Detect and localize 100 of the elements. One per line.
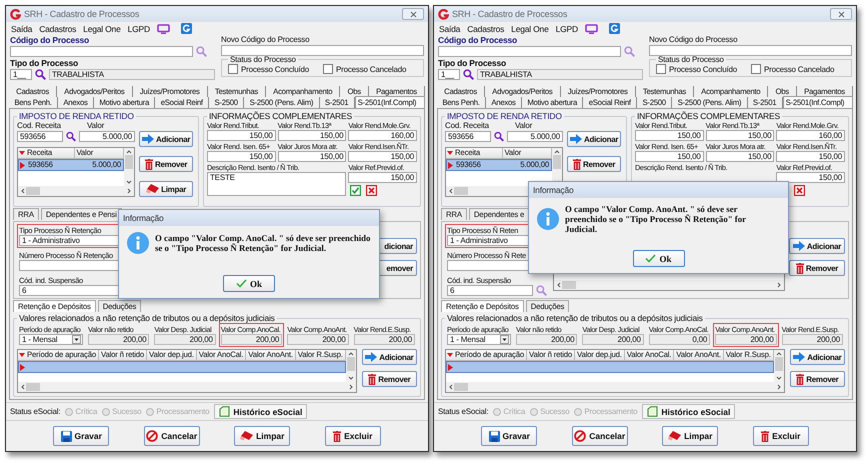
chevron-down-icon[interactable] <box>126 179 132 185</box>
scrollbar[interactable] <box>554 280 784 290</box>
input-field[interactable]: 1 - Administrativo <box>19 235 119 246</box>
input-field[interactable]: 150,00 <box>278 151 346 162</box>
dropdown[interactable]: 1 - Mensal <box>19 334 83 345</box>
input-field[interactable]: 150,00 <box>207 151 276 162</box>
chevron-right-icon[interactable] <box>348 384 354 390</box>
scrollbar-thumb[interactable] <box>562 281 576 289</box>
delete-button[interactable]: Excluir <box>752 426 809 446</box>
input-field[interactable]: 6 <box>447 285 533 296</box>
cancel-button[interactable]: Cancelar <box>572 426 628 446</box>
ok-button[interactable]: Ok <box>632 250 684 267</box>
input-field[interactable] <box>10 46 193 57</box>
input-field[interactable]: 6 <box>19 285 119 296</box>
checkbox[interactable] <box>323 64 333 74</box>
scrollbar[interactable] <box>446 382 784 392</box>
input-field[interactable]: 593656 <box>445 131 491 142</box>
remove-button[interactable]: Remover <box>139 156 194 172</box>
monitor-icon[interactable] <box>156 24 170 34</box>
chevron-left-icon[interactable] <box>556 282 562 288</box>
save-button[interactable]: Gravar <box>53 426 110 446</box>
scrollbar-thumb[interactable] <box>774 357 783 371</box>
menu-item[interactable]: Legal One <box>511 24 549 34</box>
input-field[interactable]: 593656 <box>17 131 63 142</box>
menu-item[interactable]: LGPD <box>556 24 578 34</box>
chevron-up-icon[interactable] <box>554 149 560 155</box>
cancel-button[interactable]: Cancelar <box>144 426 200 446</box>
cross-icon[interactable] <box>794 185 806 196</box>
delete-button[interactable]: Excluir <box>324 426 381 446</box>
checkmark-icon[interactable] <box>350 185 362 196</box>
clear-button[interactable]: Limpar <box>234 426 290 446</box>
input-field[interactable]: 1__ <box>438 69 460 80</box>
scrollbar-thumb[interactable] <box>346 357 355 371</box>
scrollbar-thumb[interactable] <box>454 187 468 195</box>
input-field[interactable]: 150,00 <box>348 172 417 183</box>
monitor-icon[interactable] <box>584 24 598 34</box>
chevron-right-icon[interactable] <box>776 384 782 390</box>
input-field[interactable]: 150,00 <box>207 130 276 141</box>
scrollbar-thumb[interactable] <box>553 155 561 169</box>
history-button[interactable]: Histórico eSocial <box>642 404 736 419</box>
dropdown[interactable]: 1 - Mensal <box>447 334 511 345</box>
search-icon[interactable] <box>66 131 76 142</box>
input-field[interactable]: 150,00 <box>706 130 774 141</box>
menu-item[interactable]: Cadastros <box>467 24 504 34</box>
menu-item[interactable]: LGPD <box>128 24 150 34</box>
input-field[interactable]: 5.000,00 <box>506 131 563 142</box>
remove-button[interactable]: Remover <box>790 371 845 387</box>
input-field[interactable]: 150,00 <box>635 151 704 162</box>
add-button[interactable]: Adicionar <box>789 238 845 254</box>
input-field[interactable]: 150,00 <box>706 151 774 162</box>
add-button[interactable]: Adicionar <box>567 131 622 147</box>
close-button[interactable] <box>830 8 852 20</box>
scrollbar[interactable] <box>18 186 134 196</box>
chevron-left-icon[interactable] <box>448 384 454 390</box>
checkbox[interactable] <box>751 64 761 74</box>
cross-icon[interactable] <box>366 185 378 196</box>
input-field[interactable]: 160,00 <box>348 130 417 141</box>
input-field[interactable]: 150,00 <box>348 151 417 162</box>
menu-item[interactable]: Legal One <box>83 24 121 34</box>
history-button[interactable]: Histórico eSocial <box>214 404 308 419</box>
input-field[interactable]: 160,00 <box>776 130 845 141</box>
input-field[interactable] <box>221 45 424 56</box>
app-icon[interactable] <box>180 23 192 34</box>
input-field[interactable] <box>649 45 852 56</box>
chevron-up-icon[interactable] <box>776 351 782 357</box>
scrollbar[interactable] <box>346 350 356 382</box>
input-field[interactable] <box>438 46 621 57</box>
search-icon[interactable] <box>494 131 504 142</box>
menu-item[interactable]: Saída <box>439 24 460 34</box>
add-button[interactable]: Adicionar <box>790 349 845 365</box>
search-icon[interactable] <box>463 69 474 80</box>
chevron-left-icon[interactable] <box>448 188 454 194</box>
menu-item[interactable]: Cadastros <box>39 24 76 34</box>
chevron-down-icon[interactable] <box>348 375 354 381</box>
checkbox[interactable] <box>656 64 666 74</box>
menu-item[interactable]: Saída <box>11 24 32 34</box>
add-button[interactable]: Adicionar <box>362 349 417 365</box>
input-field[interactable]: 150,00 <box>776 172 845 183</box>
input-field[interactable] <box>19 260 119 271</box>
input-field[interactable]: 5.000,00 <box>78 131 135 142</box>
scrollbar-thumb[interactable] <box>454 383 468 391</box>
close-button[interactable] <box>402 8 424 20</box>
checkbox[interactable] <box>228 64 238 74</box>
clear-button[interactable]: Limpar <box>662 426 718 446</box>
chevron-right-icon[interactable] <box>126 188 132 194</box>
chevron-up-icon[interactable] <box>348 351 354 357</box>
chevron-right-icon[interactable] <box>776 282 782 288</box>
remove-button[interactable]: Remover <box>789 260 845 276</box>
chevron-left-icon[interactable] <box>20 384 26 390</box>
scrollbar[interactable] <box>18 382 356 392</box>
clear-button[interactable]: Limpar <box>139 181 194 197</box>
chevron-up-icon[interactable] <box>126 149 132 155</box>
scrollbar-thumb[interactable] <box>26 383 40 391</box>
app-icon[interactable] <box>608 23 620 34</box>
text-area[interactable]: TESTE <box>207 172 346 196</box>
chevron-left-icon[interactable] <box>20 188 26 194</box>
search-icon[interactable] <box>35 69 46 80</box>
input-field[interactable]: 150,00 <box>278 130 346 141</box>
input-field[interactable]: 150,00 <box>776 151 845 162</box>
chevron-down-icon[interactable] <box>776 375 782 381</box>
